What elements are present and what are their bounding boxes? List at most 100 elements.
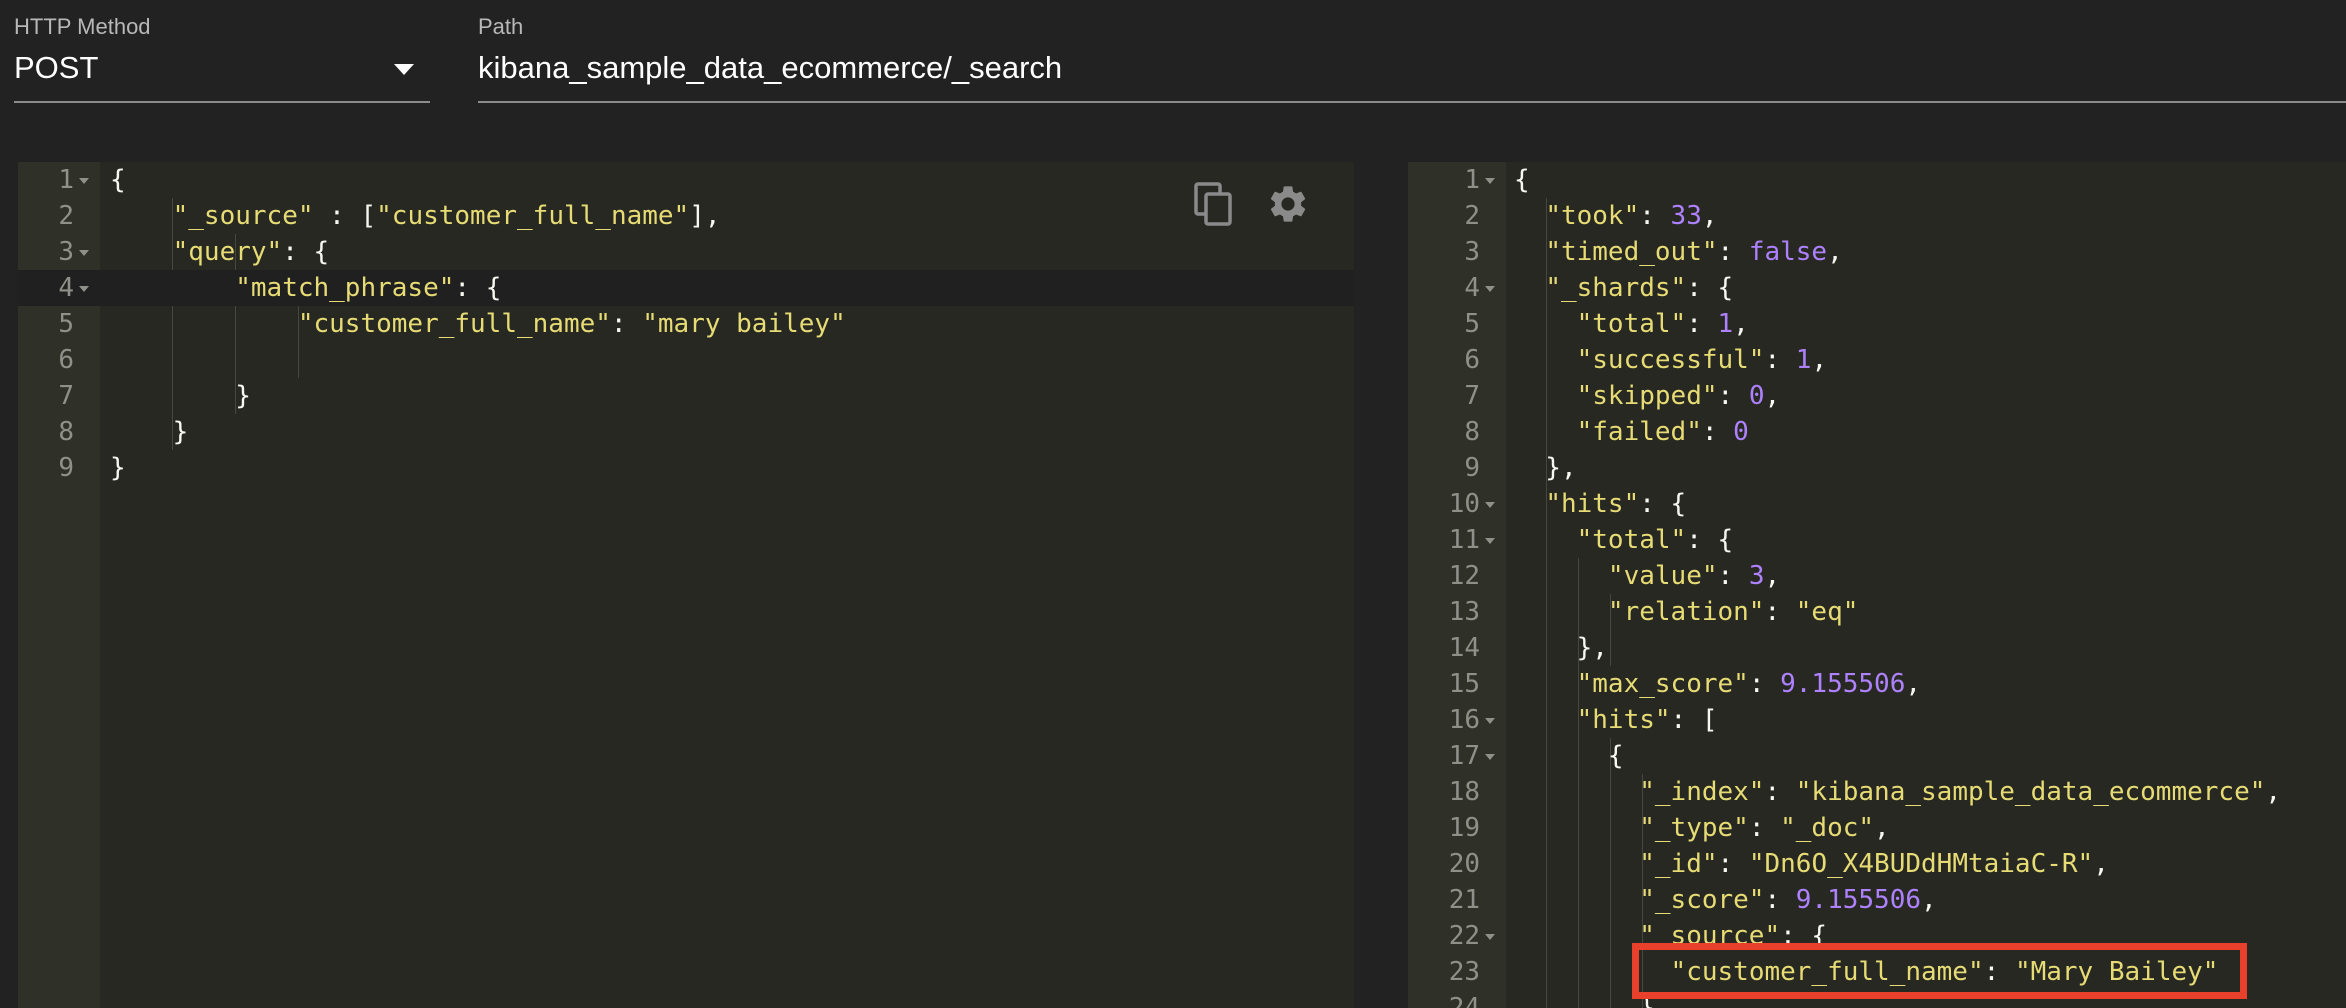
http-method-select[interactable]: POST <box>14 50 98 86</box>
code-text: "_id": "Dn6O_X4BUDdHMtaiaC-R", <box>1514 846 2109 882</box>
json-punctuation: : { <box>454 273 502 303</box>
http-method-underline <box>14 101 430 103</box>
code-line[interactable]: 21 "_score": 9.155506, <box>1408 882 2346 918</box>
json-value: 1 <box>1795 345 1812 375</box>
json-punctuation <box>1514 525 1577 555</box>
json-key: "relation" <box>1607 597 1765 627</box>
fold-arrow-icon[interactable] <box>1485 286 1495 292</box>
json-punctuation: { <box>1514 741 1624 771</box>
json-punctuation: }, <box>1514 633 1608 663</box>
code-line[interactable]: 4 "match_phrase": { <box>18 270 1354 306</box>
json-punctuation: } <box>110 381 251 411</box>
code-line[interactable]: 2 "took": 33, <box>1408 198 2346 234</box>
fold-arrow-icon[interactable] <box>79 178 89 184</box>
json-key: "query" <box>172 237 283 267</box>
copy-icon[interactable] <box>1194 182 1234 228</box>
code-line[interactable]: 7 } <box>18 378 1354 414</box>
code-line[interactable]: 13 "relation": "eq" <box>1408 594 2346 630</box>
line-number: 17 <box>1448 741 1480 771</box>
fold-arrow-icon[interactable] <box>79 250 89 256</box>
fold-arrow-icon[interactable] <box>1485 754 1495 760</box>
json-string: "kibana_sample_data_ecommerce" <box>1795 777 2266 807</box>
json-key: "skipped" <box>1576 381 1718 411</box>
code-text: { <box>1514 738 1624 774</box>
code-text: "_index": "kibana_sample_data_ecommerce"… <box>1514 774 2281 810</box>
code-line[interactable]: 8 "failed": 0 <box>1408 414 2346 450</box>
json-key: "total" <box>1576 525 1687 555</box>
code-line[interactable]: 9 }, <box>1408 450 2346 486</box>
json-value: 0 <box>1748 381 1765 411</box>
code-line[interactable]: 1{ <box>18 162 1354 198</box>
code-line[interactable]: 6 <box>18 342 1354 378</box>
code-line[interactable]: 18 "_index": "kibana_sample_data_ecommer… <box>1408 774 2346 810</box>
code-line[interactable]: 14 }, <box>1408 630 2346 666</box>
code-text: "total": 1, <box>1514 306 1749 342</box>
line-number: 5 <box>58 309 74 339</box>
json-value: 33 <box>1670 201 1702 231</box>
code-line[interactable]: 19 "_type": "_doc", <box>1408 810 2346 846</box>
json-punctuation: , <box>1764 381 1781 411</box>
json-key: "total" <box>1576 309 1687 339</box>
line-number: 19 <box>1448 813 1480 843</box>
line-number: 23 <box>1448 957 1480 987</box>
code-line[interactable]: 17 { <box>1408 738 2346 774</box>
json-string: "_doc" <box>1780 813 1875 843</box>
json-punctuation: }, <box>1514 453 1577 483</box>
code-line[interactable]: 10 "hits": { <box>1408 486 2346 522</box>
response-editor[interactable]: 1{2 "took": 33, 3 "timed_out": false, 4 "_… <box>1408 162 2346 1008</box>
request-editor[interactable]: 1{2 "_source" : ["customer_full_name"], 3… <box>18 162 1354 1008</box>
json-key: "failed" <box>1576 417 1702 447</box>
json-key: "timed_out" <box>1545 237 1718 267</box>
json-key: "match_phrase" <box>235 273 455 303</box>
fold-arrow-icon[interactable] <box>1485 178 1495 184</box>
path-input[interactable]: kibana_sample_data_ecommerce/_search <box>478 50 1062 86</box>
code-line[interactable]: 5 "total": 1, <box>1408 306 2346 342</box>
line-number: 5 <box>1464 309 1480 339</box>
code-line[interactable]: 7 "skipped": 0, <box>1408 378 2346 414</box>
line-number: 4 <box>1464 273 1480 303</box>
json-key: "_score" <box>1639 885 1765 915</box>
line-number: 10 <box>1448 489 1480 519</box>
chevron-down-icon[interactable] <box>394 64 414 75</box>
line-number: 2 <box>58 201 74 231</box>
code-line[interactable]: 20 "_id": "Dn6O_X4BUDdHMtaiaC-R", <box>1408 846 2346 882</box>
fold-arrow-icon[interactable] <box>1485 934 1495 940</box>
code-line[interactable]: 2 "_source" : ["customer_full_name"], <box>18 198 1354 234</box>
code-line[interactable]: 11 "total": { <box>1408 522 2346 558</box>
fold-arrow-icon[interactable] <box>1485 718 1495 724</box>
json-punctuation: : <box>1717 849 1749 879</box>
fold-arrow-icon[interactable] <box>79 286 89 292</box>
path-label: Path <box>478 14 524 39</box>
json-punctuation: } <box>110 453 126 483</box>
json-string: "customer_full_name" <box>376 201 690 231</box>
json-punctuation: : { <box>1686 525 1734 555</box>
line-number: 7 <box>1464 381 1480 411</box>
code-line[interactable]: 16 "hits": [ <box>1408 702 2346 738</box>
json-punctuation: : { <box>282 237 330 267</box>
line-number: 12 <box>1448 561 1480 591</box>
json-punctuation <box>1514 309 1577 339</box>
json-key: "customer_full_name" <box>297 309 611 339</box>
json-punctuation: , <box>2093 849 2109 879</box>
code-line[interactable]: 1{ <box>1408 162 2346 198</box>
code-line[interactable]: 9} <box>18 450 1354 486</box>
code-text: "max_score": 9.155506, <box>1514 666 1921 702</box>
code-line[interactable]: 12 "value": 3, <box>1408 558 2346 594</box>
code-line[interactable]: 4 "_shards": { <box>1408 270 2346 306</box>
fold-arrow-icon[interactable] <box>1485 502 1495 508</box>
code-line[interactable]: 5 "customer_full_name": "mary bailey" <box>18 306 1354 342</box>
code-line[interactable]: 3 "timed_out": false, <box>1408 234 2346 270</box>
code-text: }, <box>1514 450 1577 486</box>
code-line[interactable]: 3 "query": { <box>18 234 1354 270</box>
code-line[interactable]: 8 } <box>18 414 1354 450</box>
code-text: { <box>1514 162 1530 198</box>
line-number: 8 <box>1464 417 1480 447</box>
json-punctuation: : { <box>1639 489 1687 519</box>
fold-arrow-icon[interactable] <box>1485 538 1495 544</box>
json-value: 1 <box>1717 309 1734 339</box>
line-number: 4 <box>58 273 74 303</box>
code-line[interactable]: 6 "successful": 1, <box>1408 342 2346 378</box>
highlight-box <box>1632 943 2247 999</box>
gear-icon[interactable] <box>1266 182 1310 226</box>
code-line[interactable]: 15 "max_score": 9.155506, <box>1408 666 2346 702</box>
